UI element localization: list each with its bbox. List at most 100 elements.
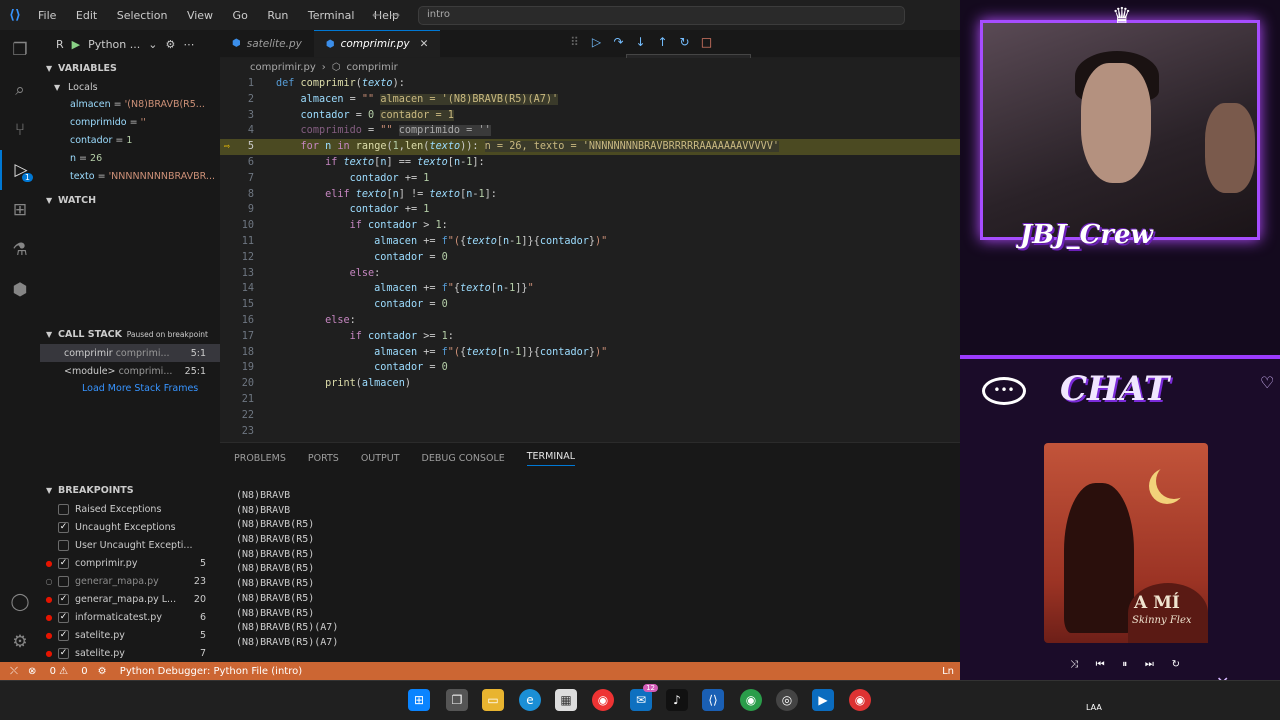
run-debug-icon[interactable]: ▷ 1 (0, 150, 40, 190)
locals-header[interactable]: ▼ Locals (40, 78, 220, 96)
source-control-icon[interactable]: ⑂ (0, 110, 40, 150)
tab-problems[interactable]: PROBLEMS (234, 453, 286, 464)
variable-row[interactable]: almacen = '(N8)BRAVB(R5... (40, 96, 220, 114)
task-view-icon[interactable]: ❐ (446, 689, 468, 711)
breadcrumb-file[interactable]: comprimir.py (250, 62, 316, 73)
debugger-status[interactable]: ⚙ Python Debugger: Python File (intro) (98, 666, 302, 677)
account-icon[interactable]: ◯ (0, 582, 40, 622)
chevron-down-icon[interactable]: ⌄ (148, 38, 157, 51)
vscode-taskbar-icon[interactable]: ⟨⟩ (702, 689, 724, 711)
chrome-icon[interactable]: ◉ (849, 689, 871, 711)
repeat-icon[interactable]: ↻ (1172, 659, 1180, 670)
search-icon[interactable]: ⌕ (0, 70, 40, 110)
breakpoint-checkbox[interactable]: ✓ (58, 557, 69, 569)
breakpoint-checkbox[interactable]: ✓ (58, 611, 69, 623)
menu-view[interactable]: View (187, 9, 213, 22)
tab-debug-console[interactable]: DEBUG CONSOLE (422, 453, 505, 464)
restart-icon[interactable]: ↻ (678, 35, 691, 49)
stack-frame[interactable]: <module> comprimi... 25:1 (40, 362, 220, 380)
menu-file[interactable]: File (38, 9, 56, 22)
breakpoint-checkbox[interactable]: ✓ (58, 521, 69, 533)
zoom-icon[interactable]: ▶ (812, 689, 834, 711)
python-icon[interactable]: ⬢ (0, 270, 40, 310)
breadcrumb-symbol[interactable]: comprimir (347, 62, 398, 73)
gear-icon[interactable]: ⚙ (165, 38, 175, 51)
menu-selection[interactable]: Selection (117, 9, 168, 22)
menu-edit[interactable]: Edit (76, 9, 97, 22)
back-arrow-icon[interactable]: ← (372, 8, 390, 22)
shuffle-icon[interactable]: ⤨ (1070, 659, 1078, 670)
variable-row[interactable]: texto = 'NNNNNNNNBRAVBR... (40, 168, 220, 186)
menu-terminal[interactable]: Terminal (308, 9, 355, 22)
load-more-frames-link[interactable]: Load More Stack Frames (40, 380, 220, 398)
breakpoint-checkbox[interactable] (58, 539, 69, 551)
variable-row[interactable]: comprimido = '' (40, 114, 220, 132)
stop-icon[interactable]: □ (700, 35, 713, 49)
callstack-header[interactable]: ▼ CALL STACK Paused on breakpoint (40, 324, 220, 344)
menu-go[interactable]: Go (233, 9, 248, 22)
mail-icon[interactable]: ✉ 12 (630, 684, 658, 711)
breakpoint-item[interactable]: ○ generar_mapa.py 23 (40, 572, 220, 590)
breakpoints-header[interactable]: ▼ BREAKPOINTS (40, 480, 220, 500)
store-icon[interactable]: ▦ (555, 689, 577, 711)
previous-icon[interactable]: ⏮ (1096, 659, 1105, 670)
pause-icon[interactable]: ⏸ (1122, 659, 1127, 670)
windows-start-icon[interactable]: ⊞ (408, 689, 430, 711)
breakpoint-checkbox[interactable]: ✓ (58, 629, 69, 641)
breakpoint-checkbox[interactable] (58, 503, 69, 515)
tiktok-icon[interactable]: ♪ (666, 689, 688, 711)
start-debug-play-icon[interactable]: ▶ (72, 38, 80, 51)
extensions-icon[interactable]: ⊞ (0, 190, 40, 230)
breakpoint-item[interactable]: ● ✓ satelite.py 5 (40, 626, 220, 644)
step-over-icon[interactable]: ↷ (612, 35, 625, 49)
menu-run[interactable]: Run (267, 9, 288, 22)
variables-header[interactable]: ▼ VARIABLES (40, 58, 220, 78)
variable-row[interactable]: contador = 1 (40, 132, 220, 150)
explorer-icon[interactable]: ❐ (0, 30, 40, 70)
tab-satelite[interactable]: ⬢ satelite.py (220, 30, 314, 57)
function-symbol-icon: ⬡ (331, 61, 341, 73)
breakpoint-item[interactable]: ● ✓ satelite.py 7 (40, 644, 220, 662)
breakpoint-item[interactable]: User Uncaught Excepti... (40, 536, 220, 554)
close-icon[interactable]: ✕ (420, 38, 429, 50)
settings-gear-icon[interactable]: ⚙ (0, 622, 40, 662)
remote-icon[interactable]: ⤬ (10, 666, 18, 677)
file-explorer-icon[interactable]: ▭ (482, 689, 504, 711)
command-center-search[interactable]: intro (418, 6, 905, 25)
more-icon[interactable]: ⋯ (183, 38, 194, 51)
breakpoint-item[interactable]: ● ✓ comprimir.py 5 (40, 554, 220, 572)
step-out-icon[interactable]: ↑ (656, 35, 669, 49)
tray-language[interactable]: LAA (1086, 703, 1102, 712)
problems-status[interactable]: ⊗ 0 ⚠ 0 (28, 666, 88, 677)
step-into-icon[interactable]: ↓ (634, 35, 647, 49)
tab-terminal[interactable]: TERMINAL (526, 451, 576, 466)
edge-icon[interactable]: e (519, 689, 541, 711)
tab-ports[interactable]: PORTS (308, 453, 339, 464)
tab-output[interactable]: OUTPUT (361, 453, 400, 464)
next-icon[interactable]: ⏭ (1145, 659, 1154, 670)
tab-comprimir[interactable]: ⬢ comprimir.py ✕ (313, 30, 441, 57)
run-config-select[interactable]: Python ... (88, 38, 140, 51)
breakpoint-checkbox[interactable]: ✓ (58, 647, 69, 659)
breakpoint-checkbox[interactable]: ✓ (58, 593, 69, 605)
forward-arrow-icon[interactable]: → (390, 8, 408, 22)
terminal-output[interactable]: (N8)BRAVB (N8)BRAVB (N8)BRAVB(R5) (N8)BR… (220, 473, 960, 651)
drag-grip-icon[interactable]: ⠿ (568, 35, 581, 49)
continue-icon[interactable]: ▷ (590, 35, 603, 49)
line-number: 5 (247, 141, 254, 153)
breakpoint-checkbox[interactable] (58, 575, 69, 587)
cursor-position[interactable]: Ln (942, 666, 954, 677)
code-line: 6 if texto[n] == texto[n-1]: (220, 155, 968, 171)
breakpoint-item[interactable]: ✓ Uncaught Exceptions (40, 518, 220, 536)
chrome-icon[interactable]: ◉ (592, 689, 614, 711)
testing-icon[interactable]: ⚗ (0, 230, 40, 270)
code-editor[interactable]: 1 def comprimir(texto): 2 almacen = "" al… (220, 76, 968, 442)
stack-frame[interactable]: comprimir comprimi... 5:1 (40, 344, 220, 362)
breakpoint-item[interactable]: Raised Exceptions (40, 500, 220, 518)
variable-row[interactable]: n = 26 (40, 150, 220, 168)
chrome-icon[interactable]: ◉ (740, 689, 762, 711)
breakpoint-item[interactable]: ● ✓ generar_mapa.py L... 20 (40, 590, 220, 608)
watch-header[interactable]: ▼ WATCH (40, 190, 220, 210)
breakpoint-item[interactable]: ● ✓ informaticatest.py 6 (40, 608, 220, 626)
obs-icon[interactable]: ◎ (776, 689, 798, 711)
